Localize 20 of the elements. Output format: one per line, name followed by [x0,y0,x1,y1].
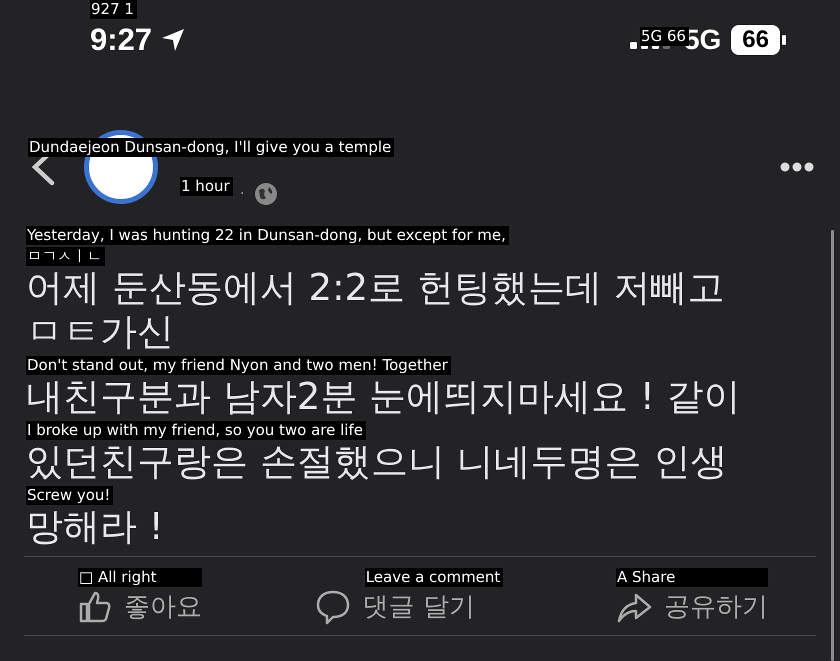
translation-overlay: A Share [616,568,768,587]
post-text-line: 어제 둔산동에서 2:2로 헌팅했는데 저빼고 [26,266,726,310]
post-text-line: 있던친구랑은 손절했으니 니네두명은 인생 [26,440,728,484]
translation-overlay: Screw you! [26,486,114,505]
clock-time: 9:27 [90,22,152,58]
translation-overlay: Dundaejeon Dunsan-dong, I'll give you a temple [28,138,394,157]
translation-overlay: 927 1 [90,0,137,19]
translation-overlay: Leave a comment [364,568,504,586]
separator-dot: · [240,186,244,202]
translation-overlay: ㅁㄱㅅㅣㄴ [26,247,105,266]
post-text-line: 망해라 ! [26,505,165,549]
post-text-line: ㅁㅌ가신 [26,310,175,354]
translation-overlay: 5G 66 [640,27,689,46]
translation-overlay: Yesterday, I was hunting 22 in Dunsan-dong, but except for me, [26,226,509,245]
translation-overlay: I broke up with my friend, so you two are life [26,421,366,440]
translation-overlay: Don't stand out, my friend Nyon and two men! Together [26,356,451,375]
battery-level: 66 [731,25,780,55]
translation-overlay: 1 hour [180,177,233,196]
translation-overlay: □ All right [78,568,202,587]
post-text-line: 내친구분과 남자2분 눈에띄지마세요 ! 같이 [26,375,742,419]
